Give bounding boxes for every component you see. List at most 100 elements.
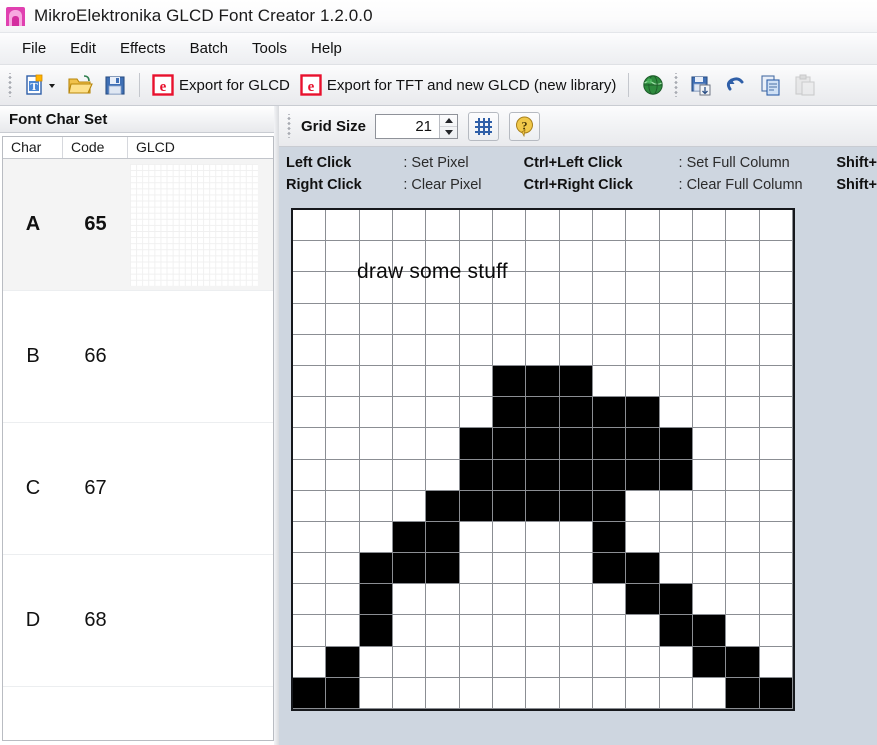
pixel-cell[interactable] (692, 553, 727, 585)
pixel-cell[interactable] (692, 490, 727, 522)
pixel-cell[interactable] (592, 615, 627, 647)
pixel-cell[interactable] (759, 677, 793, 709)
pixel-cell[interactable] (359, 584, 393, 616)
column-header-char[interactable]: Char (3, 137, 63, 158)
pixel-cell[interactable] (359, 241, 393, 273)
pixel-cell[interactable] (592, 241, 627, 273)
pixel-cell[interactable] (492, 428, 527, 460)
pixel-cell[interactable] (626, 553, 660, 585)
pixel-cell[interactable] (526, 210, 560, 242)
pixel-cell[interactable] (559, 397, 593, 429)
pixel-cell[interactable] (726, 210, 760, 242)
pixel-cell[interactable] (392, 334, 427, 366)
pixel-cell[interactable] (526, 521, 560, 554)
pixel-cell[interactable] (326, 210, 360, 242)
web-button[interactable] (636, 70, 670, 101)
pixel-cell[interactable] (526, 459, 560, 491)
open-file-button[interactable] (62, 70, 98, 101)
table-row[interactable]: D 68 (3, 555, 273, 687)
pixel-cell[interactable] (592, 646, 627, 678)
pixel-cell[interactable] (492, 397, 527, 429)
pixel-cell[interactable] (659, 272, 693, 304)
pixel-cell[interactable] (759, 210, 793, 242)
pixel-cell[interactable] (293, 646, 327, 678)
pixel-cell[interactable] (759, 490, 793, 522)
pixel-cell[interactable] (326, 334, 360, 366)
pixel-cell[interactable] (559, 210, 593, 242)
pixel-cell[interactable] (559, 241, 593, 273)
pixel-cell[interactable] (359, 303, 393, 335)
pixel-cell[interactable] (326, 397, 360, 429)
pixel-cell[interactable] (359, 334, 393, 366)
pixel-cell[interactable] (759, 428, 793, 460)
pixel-cell[interactable] (392, 553, 427, 585)
pixel-cell[interactable] (392, 615, 427, 647)
pixel-cell[interactable] (726, 553, 760, 585)
pixel-cell[interactable] (426, 490, 460, 522)
pixel-cell[interactable] (626, 241, 660, 273)
pixel-cell[interactable] (392, 584, 427, 616)
pixel-cell[interactable] (459, 241, 493, 273)
pixel-cell[interactable] (293, 521, 327, 554)
toggle-grid-button[interactable] (468, 111, 500, 141)
pixel-cell[interactable] (326, 677, 360, 709)
pixel-cell[interactable] (459, 210, 493, 242)
toolbar-grip-2[interactable] (673, 73, 682, 97)
pixel-cell[interactable] (293, 553, 327, 585)
pixel-cell[interactable] (592, 521, 627, 554)
pixel-cell[interactable] (526, 303, 560, 335)
pixel-cell[interactable] (626, 677, 660, 709)
pixel-cell[interactable] (293, 615, 327, 647)
pixel-cell[interactable] (459, 303, 493, 335)
pixel-cell[interactable] (659, 615, 693, 647)
save-as-button[interactable] (684, 70, 718, 101)
new-font-button[interactable]: T (18, 70, 62, 101)
pixel-cell[interactable] (359, 365, 393, 398)
pixel-cell[interactable] (492, 553, 527, 585)
pixel-cell[interactable] (592, 490, 627, 522)
pixel-cell[interactable] (359, 646, 393, 678)
pixel-cell[interactable] (526, 334, 560, 366)
pixel-cell[interactable] (759, 241, 793, 273)
pixel-cell[interactable] (492, 303, 527, 335)
pixel-canvas[interactable]: draw some stuff (291, 208, 795, 711)
pixel-cell[interactable] (726, 334, 760, 366)
pixel-cell[interactable] (659, 303, 693, 335)
pixel-cell[interactable] (492, 521, 527, 554)
pixel-cell[interactable] (526, 241, 560, 273)
pixel-grid[interactable] (293, 210, 793, 709)
pixel-cell[interactable] (659, 584, 693, 616)
pixel-cell[interactable] (759, 553, 793, 585)
pixel-cell[interactable] (526, 677, 560, 709)
pixel-cell[interactable] (359, 272, 393, 304)
pixel-cell[interactable] (359, 553, 393, 585)
pixel-cell[interactable] (359, 428, 393, 460)
pixel-cell[interactable] (592, 334, 627, 366)
pixel-cell[interactable] (559, 459, 593, 491)
pixel-cell[interactable] (526, 490, 560, 522)
pixel-cell[interactable] (326, 553, 360, 585)
pixel-cell[interactable] (426, 210, 460, 242)
pixel-cell[interactable] (426, 584, 460, 616)
paste-button[interactable] (788, 70, 822, 101)
pixel-cell[interactable] (759, 615, 793, 647)
pixel-cell[interactable] (359, 397, 393, 429)
pixel-cell[interactable] (559, 334, 593, 366)
pixel-cell[interactable] (726, 459, 760, 491)
pixel-cell[interactable] (293, 428, 327, 460)
pixel-cell[interactable] (492, 646, 527, 678)
pixel-cell[interactable] (459, 490, 493, 522)
pixel-cell[interactable] (659, 397, 693, 429)
grid-size-stepper[interactable]: 21 (375, 113, 459, 139)
pixel-cell[interactable] (626, 365, 660, 398)
pixel-cell[interactable] (326, 521, 360, 554)
pixel-cell[interactable] (592, 459, 627, 491)
pixel-cell[interactable] (659, 334, 693, 366)
pixel-cell[interactable] (492, 615, 527, 647)
pixel-cell[interactable] (626, 646, 660, 678)
pixel-cell[interactable] (459, 365, 493, 398)
pixel-cell[interactable] (559, 646, 593, 678)
pixel-cell[interactable] (426, 521, 460, 554)
pixel-cell[interactable] (359, 490, 393, 522)
pixel-cell[interactable] (759, 365, 793, 398)
